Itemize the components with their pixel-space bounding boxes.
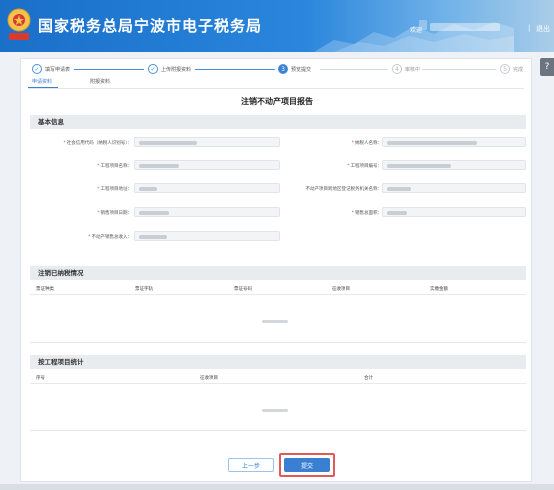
field-label: *工程项目编号： [347, 164, 382, 169]
tax-authority-field [382, 183, 526, 193]
field-label: *工程项目名称： [97, 164, 132, 169]
required-mark: * [88, 235, 91, 240]
project-stats-table-header: 序号 征收项目 合计 [30, 372, 526, 384]
empty-table-message [262, 409, 288, 412]
section-project-stats: 按工程项目统计 [30, 355, 526, 369]
sale-date-field [134, 207, 280, 217]
national-emblem-icon [7, 8, 31, 40]
column-header: 合计 [364, 376, 373, 381]
step-connector [74, 69, 144, 70]
step-label: 审核中 [405, 66, 421, 73]
active-tab-indicator [28, 87, 58, 88]
step-connector [320, 69, 388, 70]
welcome-username-redacted [430, 23, 500, 31]
section-basic-info: 基本信息 [30, 115, 526, 129]
bottom-scrollbar[interactable] [0, 484, 554, 490]
site-title: 国家税务总局宁波市电子税务局 [38, 17, 263, 35]
check-icon: ✓ [32, 64, 42, 74]
tab-attachments[interactable]: 附报资料 [90, 78, 110, 85]
logout-link[interactable]: 退出 [536, 24, 550, 34]
welcome-text: 欢迎 [410, 27, 423, 34]
step-connector [422, 69, 496, 70]
column-header: 实缴金额 [430, 287, 448, 292]
field-label: *不动产销售总收入： [88, 235, 132, 240]
section-divider [30, 342, 526, 343]
submit-button[interactable]: 提交 [284, 458, 330, 472]
field-label: 不动产项目跨地区登记税务机关名称： [305, 187, 383, 192]
progress-steps: ✓ 填写申请表 ✓ 上传附报资料 3 预览提交 4 审核中 5 完成 [30, 62, 530, 76]
step-connector [195, 69, 275, 70]
required-mark: * [97, 187, 100, 192]
credit-code-field [134, 137, 280, 147]
step-preview-submit: 3 预览提交 [278, 62, 311, 76]
column-header: 征收项目 [200, 376, 218, 381]
step-review: 4 审核中 [392, 62, 420, 76]
required-mark: * [351, 211, 354, 216]
column-header: 票证种类 [36, 287, 54, 292]
step-complete: 5 完成 [500, 62, 523, 76]
tab-application[interactable]: 申请资料 [32, 78, 52, 85]
step-upload: ✓ 上传附报资料 [148, 62, 191, 76]
empty-table-message [262, 320, 288, 323]
field-label: *纳税人名称： [351, 141, 382, 146]
site-header: 国家税务总局宁波市电子税务局 欢迎 | 退出 [0, 0, 554, 52]
column-header: 票证字轨 [135, 287, 153, 292]
step-label: 上传附报资料 [161, 66, 192, 73]
step-number: 4 [392, 64, 402, 74]
step-label: 预览提交 [291, 66, 312, 73]
check-icon: ✓ [148, 64, 158, 74]
project-name-field [134, 160, 280, 170]
required-mark: * [97, 164, 100, 169]
required-mark: * [351, 141, 354, 146]
step-number: 3 [278, 64, 288, 74]
question-icon: ? [544, 62, 550, 72]
column-header: 票证号码 [234, 287, 252, 292]
field-label: *销售总面积： [351, 211, 382, 216]
column-header: 征收项目 [332, 287, 350, 292]
tabs-divider [28, 88, 524, 89]
step-label: 完成 [513, 66, 524, 73]
section-paid-tax: 注销已纳税情况 [30, 266, 526, 280]
total-income-field [134, 231, 280, 241]
field-label: *社会信用代码（纳税人识别号）： [63, 141, 133, 146]
header-divider: | [528, 24, 531, 32]
required-mark: * [347, 164, 350, 169]
prev-step-button[interactable]: 上一步 [228, 458, 274, 472]
required-mark: * [97, 211, 100, 216]
step-label: 填写申请表 [45, 66, 71, 73]
sale-area-field [382, 207, 526, 217]
required-mark: * [63, 141, 66, 146]
field-label: *销售项目日期： [97, 211, 132, 216]
paid-tax-table-header: 票证种类 票证字轨 票证号码 征收项目 实缴金额 [30, 283, 526, 295]
section-divider [30, 430, 526, 431]
step-fill-form: ✓ 填写申请表 [32, 62, 70, 76]
report-title: 注销不动产项目报告 [241, 97, 313, 106]
help-button[interactable]: ? [540, 58, 554, 76]
project-number-field [382, 160, 526, 170]
step-number: 5 [500, 64, 510, 74]
project-address-field [134, 183, 280, 193]
field-label: *工程项目地址： [97, 187, 132, 192]
taxpayer-name-field [382, 137, 526, 147]
column-header: 序号 [36, 376, 45, 381]
